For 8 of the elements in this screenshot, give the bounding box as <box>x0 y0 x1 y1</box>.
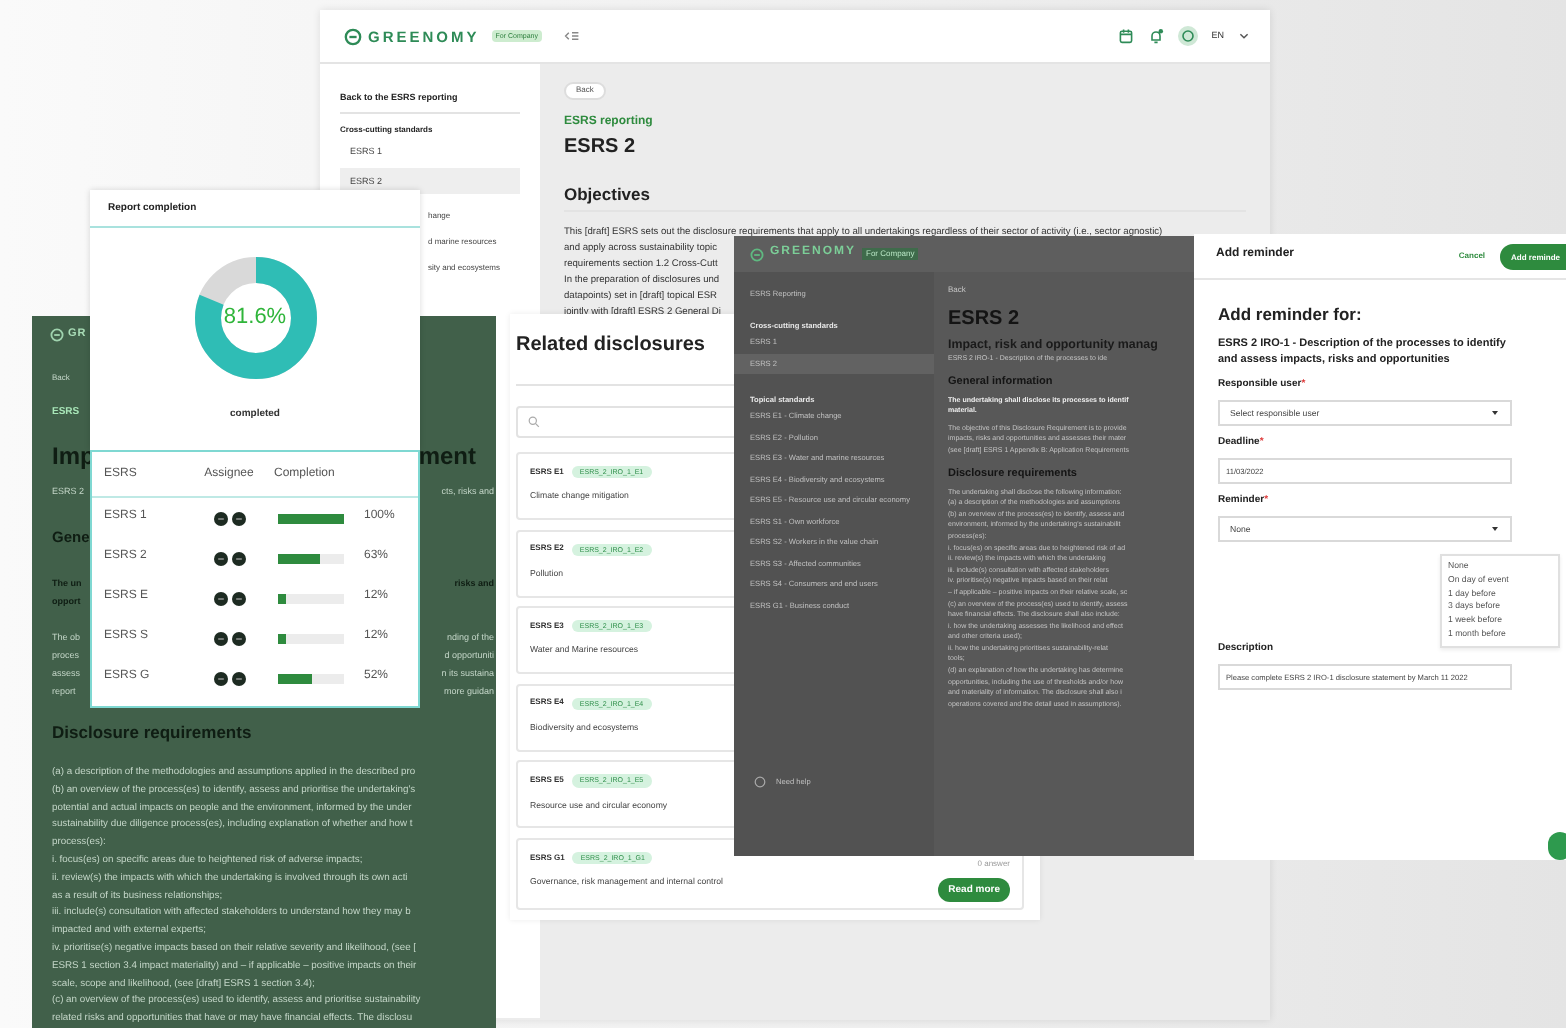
card-title: Related disclosures <box>516 334 705 356</box>
page-title: ment <box>418 442 476 470</box>
form-heading: Add reminder for: <box>1218 304 1364 325</box>
section-title: Objectives <box>564 183 652 204</box>
page-title: ESRS 2 <box>948 308 1020 330</box>
page-title: ESRS 2 <box>564 135 638 160</box>
section-title: Disclosure requirements <box>52 722 252 742</box>
percentage-label: 81.6% <box>223 304 287 332</box>
